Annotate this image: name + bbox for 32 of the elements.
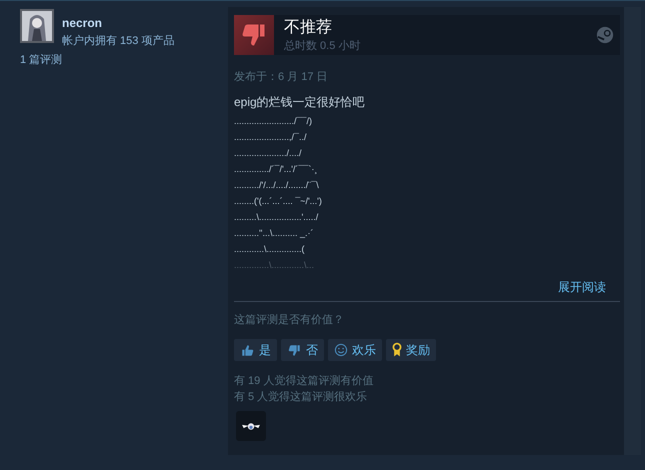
thumbs-down-icon (287, 342, 302, 358)
ascii-art-line: ........../'/.../..../......./¨¯\ (234, 179, 319, 192)
playtime: 总时数 0.5 小时 (284, 39, 360, 53)
verdict-title: 不推荐 (284, 18, 332, 38)
user-name[interactable]: necron (62, 16, 174, 30)
vote-count-text: 有 5 人觉得这篇评测很欢乐 (234, 390, 368, 405)
thumbs-up-icon (240, 342, 255, 358)
ascii-art-line: ............\..............( (234, 243, 305, 256)
no-button[interactable]: 否 (281, 339, 324, 361)
award-button[interactable]: 奖励 (386, 339, 436, 361)
steam-icon (596, 26, 614, 44)
ascii-art-line: ......................../¯¯/) (234, 115, 312, 128)
review-count[interactable]: 1 篇评测 (20, 52, 62, 67)
vote-count-text: 有 19 人觉得这篇评测有价值 (234, 374, 374, 389)
review-text: epig的烂钱一定很好恰吧 (234, 94, 365, 111)
ascii-art-line: ...................../..../ (234, 147, 302, 160)
yes-button[interactable]: 是 (234, 339, 277, 361)
ascii-art-line: ............../´¯/'...'/´¯¯`·¸ (234, 163, 318, 176)
award-icon[interactable] (236, 411, 266, 441)
award-ribbon-icon (392, 342, 402, 358)
ascii-art-line: ......................,/¯../ (234, 131, 306, 144)
helpful-question: 这篇评测是否有价值？ (234, 312, 344, 327)
smiley-icon (334, 343, 348, 357)
avatar-icon[interactable] (20, 9, 54, 43)
funny-button[interactable]: 欢乐 (328, 339, 382, 361)
ascii-art-line: ........('(...´...´.... ¯~/'...') (234, 195, 322, 208)
expand-link[interactable]: 展开阅读 (558, 279, 606, 296)
products-owned[interactable]: 帐户内拥有 153 项产品 (62, 33, 174, 48)
ascii-art-line: ..........''...\.......... _.·´ (234, 227, 314, 240)
ascii-art-line: ..............\.............\... (234, 259, 314, 272)
posted-date: 发布于：6 月 17 日 (234, 70, 328, 84)
ascii-art-line: .........\.................'...../ (234, 211, 318, 224)
